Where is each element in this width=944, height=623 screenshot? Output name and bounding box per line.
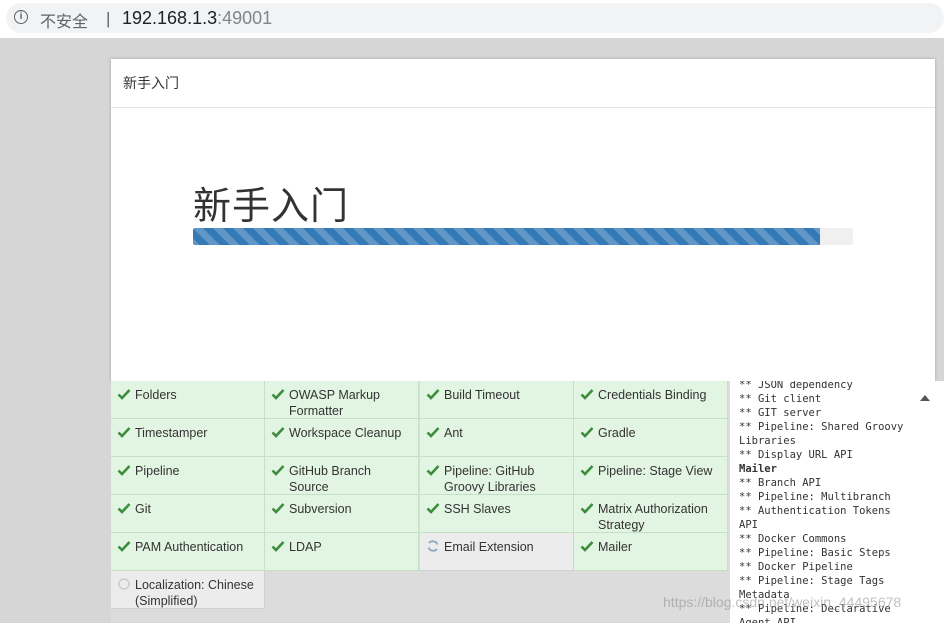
- plugin-item: Credentials Binding: [574, 381, 728, 419]
- log-line: Mailer: [739, 463, 777, 475]
- plugin-item: Mailer: [574, 533, 728, 571]
- separator: |: [106, 9, 111, 28]
- check-icon: [580, 389, 594, 400]
- page-title: 新手入门: [193, 184, 350, 228]
- log-line: ** GIT server: [739, 407, 822, 419]
- plugin-name: Pipeline: [135, 464, 180, 478]
- check-icon: [426, 389, 440, 400]
- plugin-name: Matrix Authorization Strategy: [598, 502, 708, 532]
- check-icon: [271, 465, 285, 476]
- install-log[interactable]: ** JSON dependency ** Git client ** GIT se…: [729, 381, 944, 623]
- plugin-item: Matrix Authorization Strategy: [574, 495, 728, 533]
- install-progress-bar: [193, 228, 820, 245]
- modal-header-title: 新手入门: [123, 76, 179, 92]
- refresh-icon: [427, 540, 439, 552]
- watermark: https://blog.csdn.net/weixin_44495678: [663, 594, 902, 610]
- plugin-name: Credentials Binding: [598, 388, 707, 402]
- check-icon: [580, 541, 594, 552]
- plugin-name: GitHub Branch Source: [289, 464, 371, 494]
- plugin-name: LDAP: [289, 540, 322, 554]
- url-host: 192.168.1.3: [122, 8, 218, 28]
- plugin-item: Localization: Chinese (Simplified): [111, 571, 265, 609]
- plugin-name: PAM Authentication: [135, 540, 244, 554]
- scroll-up-arrow-icon[interactable]: [920, 395, 930, 401]
- log-line: ** Pipeline: Shared Groovy Libraries: [739, 421, 910, 447]
- plugin-name: Email Extension: [444, 540, 534, 554]
- check-icon: [580, 503, 594, 514]
- plugin-name: Timestamper: [135, 426, 208, 440]
- security-label[interactable]: 不安全: [40, 8, 88, 32]
- log-line: ** Authentication Tokens API: [739, 505, 898, 531]
- plugin-item: Pipeline: GitHub Groovy Libraries: [420, 457, 574, 495]
- check-icon: [426, 427, 440, 438]
- info-icon[interactable]: i: [14, 10, 28, 24]
- check-icon: [271, 389, 285, 400]
- circle-icon: [118, 578, 130, 590]
- plugin-item: LDAP: [265, 533, 419, 571]
- plugin-name: Subversion: [289, 502, 352, 516]
- plugin-name: SSH Slaves: [444, 502, 511, 516]
- log-line: ** Pipeline: Basic Steps: [739, 547, 891, 559]
- plugin-item: SSH Slaves: [420, 495, 574, 533]
- check-icon: [580, 465, 594, 476]
- url-text[interactable]: 192.168.1.3:49001: [122, 8, 272, 29]
- check-icon: [117, 503, 131, 514]
- plugin-name: Localization: Chinese (Simplified): [135, 578, 254, 608]
- plugin-item: Pipeline: Stage View: [574, 457, 728, 495]
- check-icon: [580, 427, 594, 438]
- plugin-name: Ant: [444, 426, 463, 440]
- plugin-item: Ant: [420, 419, 574, 457]
- plugin-name: Build Timeout: [444, 388, 520, 402]
- install-log-content: ** JSON dependency ** Git client ** GIT se…: [739, 381, 915, 623]
- log-line: ** Git client: [739, 393, 822, 405]
- browser-address-bar: i 不安全 | 192.168.1.3:49001: [0, 0, 944, 38]
- plugin-item: Subversion: [265, 495, 419, 533]
- check-icon: [271, 503, 285, 514]
- plugin-item: Git: [111, 495, 265, 533]
- plugin-item: Pipeline: [111, 457, 265, 495]
- plugin-item: Build Timeout: [420, 381, 574, 419]
- plugin-item: PAM Authentication: [111, 533, 265, 571]
- plugin-name: Mailer: [598, 540, 633, 554]
- log-line: ** Docker Commons: [739, 533, 847, 545]
- check-icon: [271, 541, 285, 552]
- plugin-item: Timestamper: [111, 419, 265, 457]
- check-icon: [117, 389, 131, 400]
- plugin-name: Pipeline: Stage View: [598, 464, 713, 478]
- check-icon: [117, 465, 131, 476]
- check-icon: [426, 465, 440, 476]
- install-progress: [193, 228, 853, 245]
- log-line: ** Display URL API: [739, 449, 853, 461]
- log-line: ** Branch API: [739, 477, 822, 489]
- omnibox[interactable]: i 不安全 | 192.168.1.3:49001: [6, 3, 944, 33]
- check-icon: [117, 427, 131, 438]
- plugin-item: GitHub Branch Source: [265, 457, 419, 495]
- check-icon: [271, 427, 285, 438]
- modal-header: 新手入门: [111, 59, 935, 108]
- check-icon: [117, 541, 131, 552]
- log-line: ** Pipeline: Multibranch: [739, 491, 891, 503]
- plugin-item: Email Extension: [420, 533, 574, 571]
- log-line: ** Docker Pipeline: [739, 561, 853, 573]
- log-line: ** JSON dependency: [739, 381, 853, 391]
- plugin-item: Gradle: [574, 419, 728, 457]
- plugin-name: Pipeline: GitHub Groovy Libraries: [444, 464, 536, 494]
- plugin-item: Folders: [111, 381, 265, 419]
- plugin-name: Git: [135, 502, 151, 516]
- plugin-item: OWASP Markup Formatter: [265, 381, 419, 419]
- check-icon: [426, 503, 440, 514]
- plugin-grid: Folders OWASP Markup Formatter Build Timeo…: [111, 381, 729, 623]
- plugin-item: Workspace Cleanup: [265, 419, 419, 457]
- plugin-name: Gradle: [598, 426, 636, 440]
- plugin-name: OWASP Markup Formatter: [289, 388, 380, 418]
- plugin-name: Folders: [135, 388, 177, 402]
- setup-wizard-modal: 新手入门 新手入门: [111, 59, 935, 381]
- plugin-name: Workspace Cleanup: [289, 426, 402, 440]
- url-port: :49001: [217, 8, 273, 28]
